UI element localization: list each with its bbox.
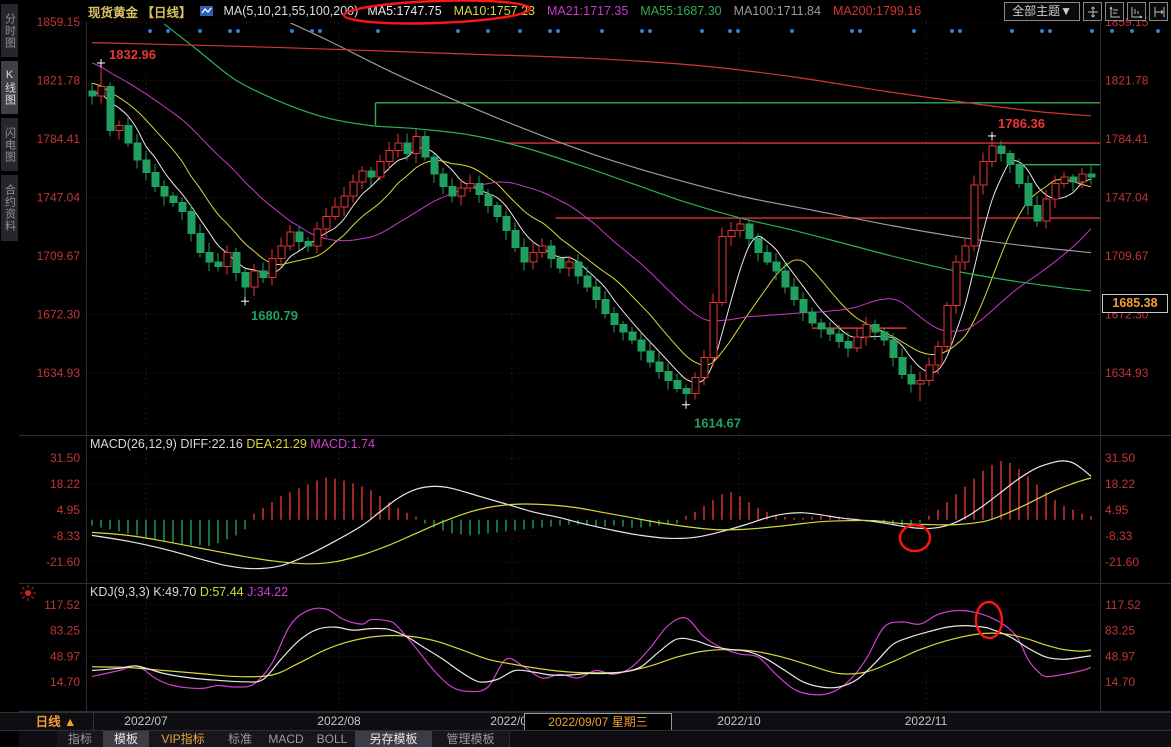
macd-panel-header: MACD(26,12,9) DIFF:22.16 DEA:21.29 MACD:…: [90, 437, 375, 451]
tab-bar-corner: [0, 731, 19, 747]
svg-text:117.52: 117.52: [1105, 598, 1141, 612]
svg-text:117.52: 117.52: [44, 598, 80, 612]
chart-type-sidebar: 分时图 K线图闪电图合约资料: [0, 0, 19, 712]
sidebar-item-1[interactable]: K线图: [1, 61, 18, 114]
event-dots-layer: [148, 29, 1160, 33]
macd-dea-line: [92, 478, 1091, 564]
macd-title: MACD(26,12,9): [90, 437, 177, 451]
trading-app-window: 1859.151859.151821.781821.781784.411784.…: [0, 0, 1171, 747]
kdj-panel: [92, 608, 1091, 695]
tab-MACD[interactable]: MACD: [263, 731, 310, 747]
svg-text:1784.41: 1784.41: [37, 132, 81, 146]
tab-指标[interactable]: 指标: [57, 731, 104, 747]
crosshair-date-badge: 2022/09/07 星期三: [524, 713, 672, 731]
kdj-settings-icon[interactable]: [20, 585, 36, 601]
chart-header: 现货黄金 【日线】 MA(5,10,21,55,100,200) MA5:174…: [88, 0, 921, 22]
ma-values: MA5:1747.75 MA10:1757.23 MA21:1717.35 MA55:…: [367, 4, 921, 18]
svg-text:-8.33: -8.33: [1105, 529, 1133, 543]
svg-text:1859.15: 1859.15: [37, 15, 81, 29]
ma-value-3: MA55:1687.30: [640, 4, 721, 18]
tab-模板[interactable]: 模板: [103, 731, 150, 747]
chart-toolbar: 全部主题▼: [1004, 2, 1168, 21]
svg-text:18.22: 18.22: [50, 477, 80, 491]
svg-text:1786.36: 1786.36: [998, 116, 1045, 131]
svg-text:31.50: 31.50: [50, 451, 80, 465]
ma-value-0: MA5:1747.75: [367, 4, 441, 18]
ma-settings-label: MA(5,10,21,55,100,200): [223, 4, 358, 18]
svg-text:1680.79: 1680.79: [251, 308, 298, 323]
sidebar-item-0[interactable]: 分时图: [1, 4, 18, 57]
tab-另存模板[interactable]: 另存模板: [355, 731, 433, 747]
svg-text:1672.30: 1672.30: [37, 308, 81, 322]
svg-text:-8.33: -8.33: [53, 529, 81, 543]
sidebar-item-3[interactable]: 合约资料: [1, 175, 18, 241]
shift-right-icon[interactable]: [1149, 2, 1168, 21]
time-label-0: 2022/07: [106, 714, 186, 728]
chart-canvas[interactable]: 1859.151859.151821.781821.781784.411784.…: [0, 0, 1171, 747]
svg-text:1747.04: 1747.04: [37, 191, 81, 205]
macd-diff-line: [92, 461, 1091, 569]
indicator-icon: [200, 5, 214, 17]
svg-text:1821.78: 1821.78: [1105, 74, 1149, 88]
svg-text:31.50: 31.50: [1105, 451, 1135, 465]
svg-text:-21.60: -21.60: [1105, 555, 1139, 569]
ma-value-5: MA200:1799.16: [833, 4, 921, 18]
kdj-d-line: [92, 633, 1091, 677]
time-label-4: 2022/11: [886, 714, 966, 728]
kdj-title: KDJ(9,3,3): [90, 585, 150, 599]
sidebar-item-2[interactable]: 闪电图: [1, 118, 18, 171]
ma-value-2: MA21:1717.35: [547, 4, 628, 18]
svg-text:14.70: 14.70: [1105, 675, 1135, 689]
svg-text:1709.67: 1709.67: [37, 249, 81, 263]
macd-dea-value: DEA:21.29: [246, 437, 306, 451]
svg-text:48.97: 48.97: [50, 649, 80, 663]
kdj-j-value: J:34.22: [247, 585, 288, 599]
time-label-3: 2022/10: [699, 714, 779, 728]
svg-text:-21.60: -21.60: [46, 555, 80, 569]
svg-text:83.25: 83.25: [1105, 624, 1135, 638]
symbol-title: 现货黄金 【日线】: [88, 2, 191, 21]
indicator-tab-bar: 指标模板VIP指标标准MACDBOLL另存模板管理模板: [0, 730, 1171, 747]
ma-value-4: MA100:1711.84: [734, 4, 821, 18]
svg-text:14.70: 14.70: [50, 675, 80, 689]
svg-text:4.95: 4.95: [57, 503, 81, 517]
tab-VIP指标[interactable]: VIP指标: [149, 731, 218, 747]
y-axis-scale-icon[interactable]: [1105, 2, 1124, 21]
svg-text:18.22: 18.22: [1105, 477, 1135, 491]
macd-panel: [92, 461, 1091, 569]
ma-line-MA200: [92, 43, 1091, 116]
theme-dropdown-button[interactable]: 全部主题▼: [1004, 2, 1080, 21]
svg-text:1614.67: 1614.67: [694, 416, 741, 431]
kdj-panel-header: KDJ(9,3,3) K:49.70 D:57.44 J:34.22: [90, 585, 288, 599]
ma-line-MA55: [164, 24, 1091, 291]
svg-text:83.25: 83.25: [50, 624, 80, 638]
period-selector[interactable]: 日线 ▲: [19, 713, 94, 731]
candles-layer: [89, 63, 1095, 405]
ma-value-1: MA10:1757.23: [454, 4, 535, 18]
svg-text:1634.93: 1634.93: [1105, 366, 1149, 380]
last-price-badge: 1685.38: [1102, 294, 1168, 313]
kdj-k-line: [92, 626, 1091, 688]
svg-text:1832.96: 1832.96: [109, 47, 156, 62]
x-axis-scale-icon[interactable]: [1127, 2, 1146, 21]
time-label-1: 2022/08: [299, 714, 379, 728]
svg-text:4.95: 4.95: [1105, 503, 1129, 517]
svg-text:1784.41: 1784.41: [1105, 132, 1149, 146]
svg-text:48.97: 48.97: [1105, 649, 1135, 663]
macd-diff-value: DIFF:22.16: [180, 437, 243, 451]
pan-move-icon[interactable]: [1083, 2, 1102, 21]
svg-text:1709.67: 1709.67: [1105, 249, 1149, 263]
ma-line-MA100: [272, 14, 1091, 252]
kdj-d-value: D:57.44: [200, 585, 244, 599]
svg-text:1747.04: 1747.04: [1105, 191, 1149, 205]
time-axis-row: 日线 ▲ 2022/072022/082022/092022/102022/11…: [0, 712, 1171, 731]
svg-text:1821.78: 1821.78: [37, 74, 81, 88]
macd-value: MACD:1.74: [310, 437, 375, 451]
kdj-k-value: K:49.70: [153, 585, 196, 599]
tab-管理模板[interactable]: 管理模板: [432, 731, 510, 747]
svg-text:1634.93: 1634.93: [37, 366, 81, 380]
tab-BOLL[interactable]: BOLL: [309, 731, 356, 747]
tab-标准[interactable]: 标准: [217, 731, 264, 747]
